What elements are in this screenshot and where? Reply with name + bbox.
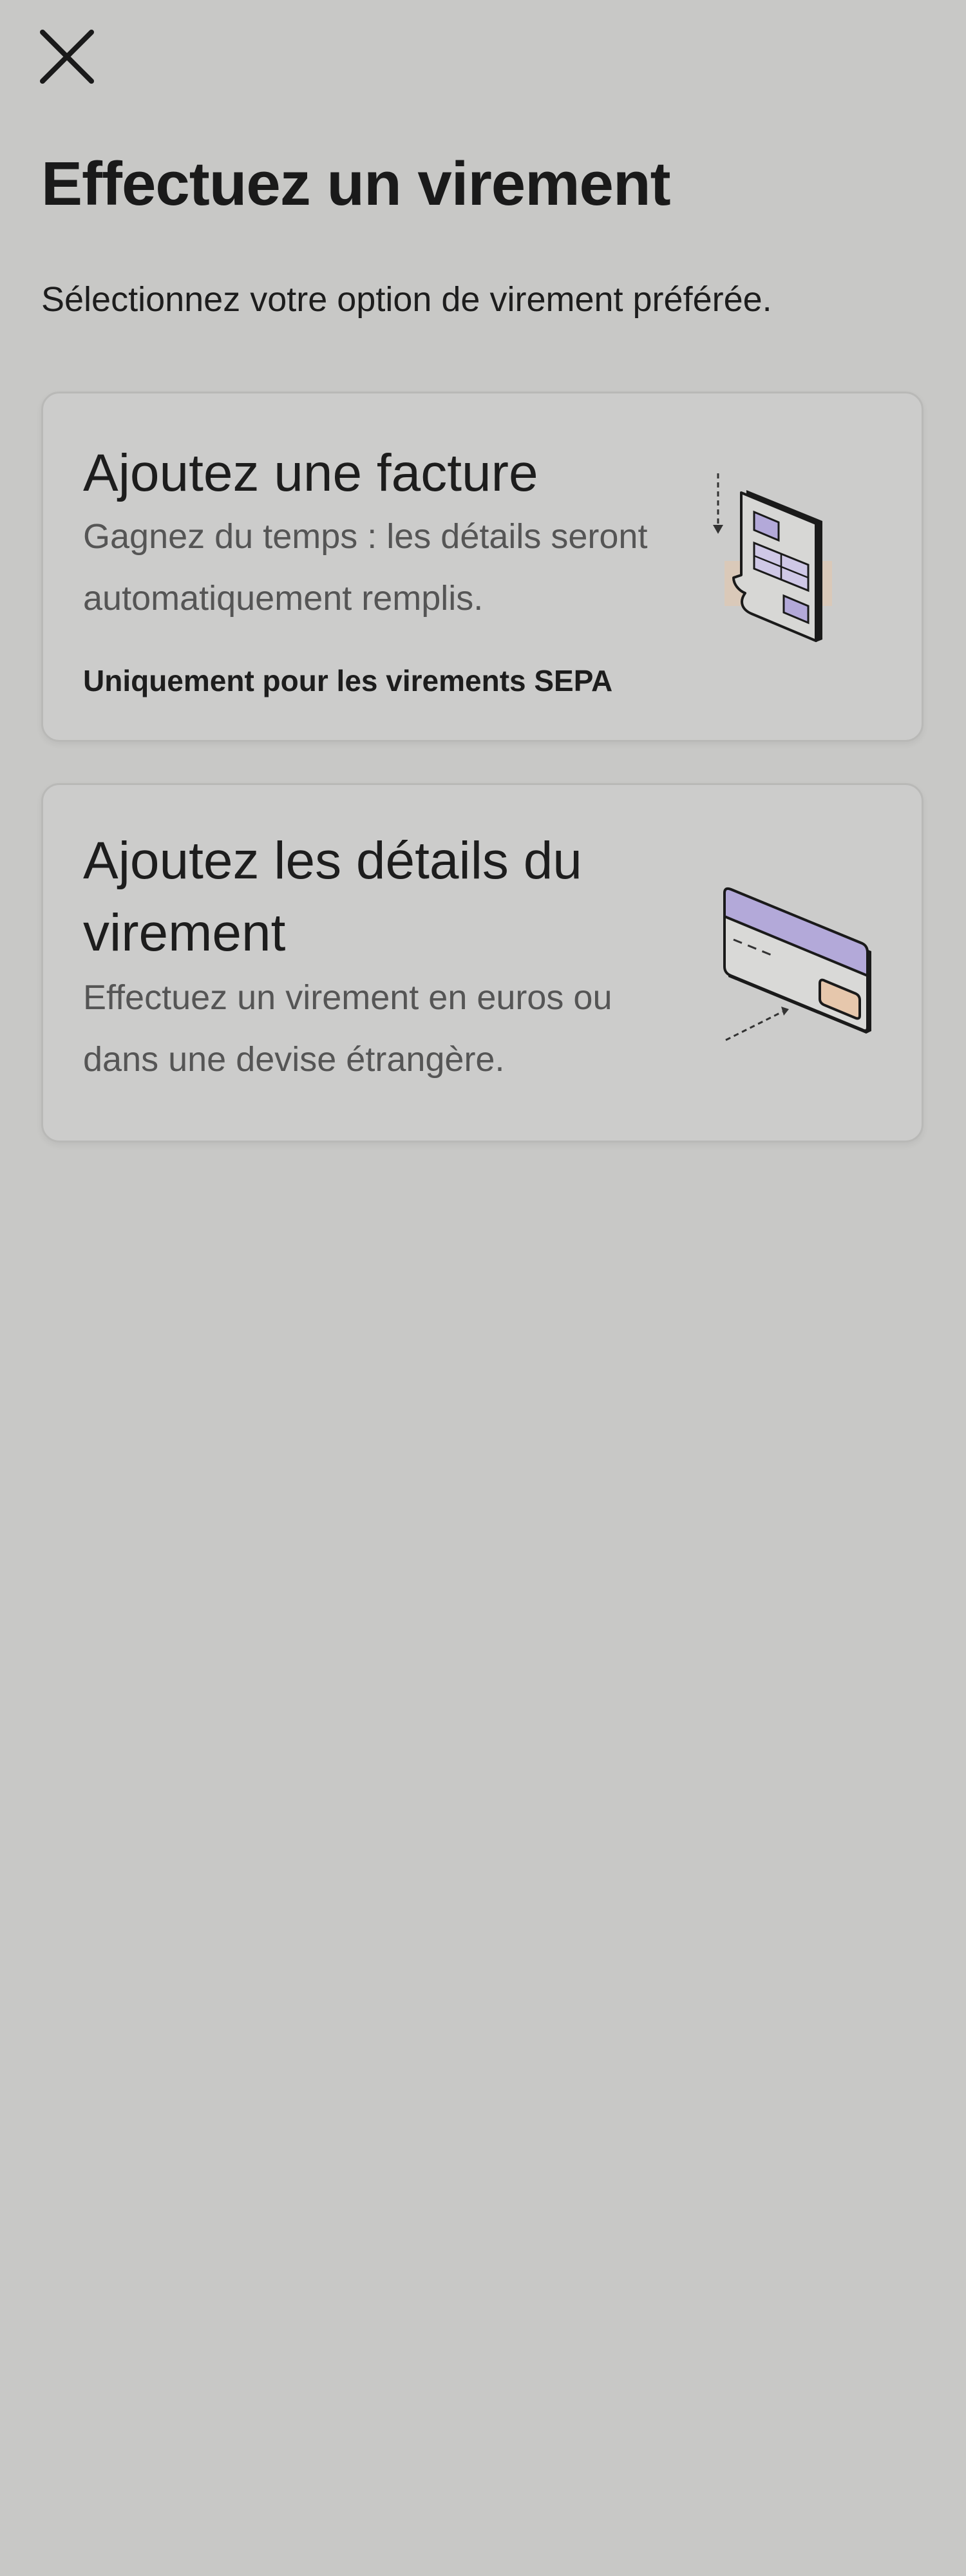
option-note: Uniquement pour les virements SEPA (83, 664, 613, 697)
option-card-add-invoice[interactable]: Ajoutez une facture Gagnez du temps : le… (41, 392, 923, 742)
invoice-upload-icon (713, 473, 832, 642)
option-description: Effectuez un virement en euros ou dans u… (83, 978, 612, 1079)
option-title: Ajoutez une facture (83, 444, 538, 502)
option-title: Ajoutez les détails du virement (83, 831, 582, 962)
option-description: Gagnez du temps : les détails seront aut… (83, 517, 648, 618)
close-button[interactable] (36, 26, 98, 88)
close-icon (40, 30, 94, 84)
page-subtitle: Sélectionnez votre option de virement pr… (41, 280, 772, 319)
option-card-add-transfer-details[interactable]: Ajoutez les détails du virement Effectue… (41, 783, 923, 1142)
bank-card-details-icon (723, 887, 871, 1041)
page-title: Effectuez un virement (41, 149, 671, 218)
